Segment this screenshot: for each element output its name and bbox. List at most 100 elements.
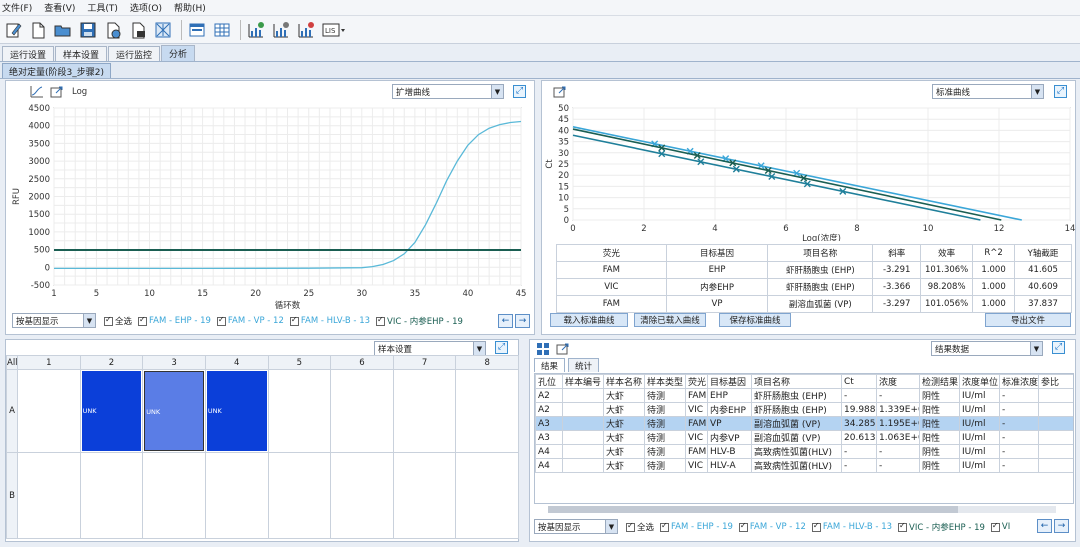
column-header[interactable]: 7 (392, 355, 457, 370)
table-row[interactable]: FAM VP 副溶血弧菌 (VP) -3.297 101.056% 1.000 37.837 (556, 295, 1072, 313)
new-file-icon[interactable] (27, 19, 49, 41)
expand-icon[interactable]: ⤢ (513, 85, 526, 98)
chart-add-icon[interactable] (245, 19, 267, 41)
well-b8[interactable] (455, 452, 519, 539)
well-b7[interactable] (392, 452, 457, 539)
legend-item-fam-hlv-b[interactable]: FAM - HLV-B - 13 (289, 315, 370, 326)
legend-item-fam-vp[interactable]: FAM - VP - 12 (216, 315, 284, 326)
open-folder-icon[interactable] (52, 19, 74, 41)
column-header[interactable]: 3 (142, 355, 206, 370)
log-toggle[interactable]: Log (72, 87, 87, 97)
select-all-wells[interactable]: All (6, 355, 18, 370)
table-header[interactable]: 浓度单位 (959, 374, 1000, 389)
legend-item-vic-ehp[interactable]: VIC - 内参EHP - 19 (898, 521, 985, 533)
export-chart-icon[interactable] (556, 342, 570, 355)
legend-next-button[interactable]: → (515, 314, 530, 328)
tab-run-settings[interactable]: 运行设置 (2, 46, 55, 61)
table-header[interactable]: 检测结果 (919, 374, 960, 389)
table-header[interactable]: 孔位 (535, 374, 563, 389)
menu-view[interactable]: 查看(V) (44, 1, 75, 14)
export-icon[interactable] (102, 19, 124, 41)
tab-results[interactable]: 结果 (534, 358, 566, 372)
chart-type-icon[interactable] (30, 85, 44, 98)
legend-item-fam-ehp[interactable]: FAM - EHP - 19 (660, 521, 733, 532)
tab-analysis[interactable]: 分析 (161, 45, 196, 61)
legend-next-button[interactable]: → (1054, 519, 1069, 533)
save-standard-curve-button[interactable]: 保存标准曲线 (719, 313, 791, 327)
well-b4[interactable] (204, 452, 269, 539)
table-header[interactable]: 荧光 (685, 374, 708, 389)
table-header[interactable]: 标准浓度 (999, 374, 1039, 389)
well-a8[interactable] (455, 369, 519, 453)
table-header[interactable]: 样本名称 (603, 374, 645, 389)
table-header[interactable]: 浓度 (876, 374, 920, 389)
well-b2[interactable] (79, 452, 144, 539)
well-b5[interactable] (267, 452, 332, 539)
column-header[interactable]: 8 (455, 355, 519, 370)
expand-icon[interactable]: ⤢ (1054, 85, 1067, 98)
menu-tools[interactable]: 工具(T) (87, 1, 118, 14)
save-icon[interactable] (77, 19, 99, 41)
table-header[interactable]: 项目名称 (751, 374, 842, 389)
legend-item-vic-truncated[interactable]: VI (990, 521, 1010, 532)
menu-file[interactable]: 文件(F) (2, 1, 32, 14)
export-file-button[interactable]: 导出文件 (985, 313, 1071, 327)
horizontal-scrollbar[interactable] (548, 506, 1056, 513)
amp-chart-dropdown[interactable]: 扩增曲线 ▼ (392, 84, 504, 99)
table-row[interactable]: FAM EHP 虾肝肠胞虫 (EHP) -3.291 101.306% 1.000 41.6… (556, 261, 1072, 279)
well-a6[interactable] (330, 369, 394, 453)
table-row[interactable]: A4 大虾 待测 VIC HLV-A 高致病性弧菌(HLV) - - 阴性 IU/ml - (535, 458, 1073, 473)
table-header[interactable]: Ct (841, 374, 877, 389)
window-icon[interactable] (186, 19, 208, 41)
chart-settings-icon[interactable] (270, 19, 292, 41)
export-chart-icon[interactable] (50, 85, 64, 98)
network-icon[interactable] (152, 19, 174, 41)
table-row[interactable]: A3 大虾待测FAMVP副溶血弧菌 (VP)34.2851.195E+01阳性IU… (535, 416, 1073, 431)
results-view-dropdown[interactable]: 结果数据 ▼ (931, 341, 1043, 356)
expand-icon[interactable]: ⤢ (1052, 341, 1065, 354)
well-b1[interactable] (17, 452, 81, 539)
table-header[interactable]: 样本编号 (562, 374, 604, 389)
legend-item-fam-hlv-b[interactable]: FAM - HLV-B - 13 (811, 521, 892, 532)
tab-run-monitor[interactable]: 运行监控 (108, 46, 161, 61)
menu-help[interactable]: 帮助(H) (174, 1, 206, 14)
well-b6[interactable] (330, 452, 394, 539)
row-header[interactable]: A (6, 369, 18, 453)
expand-icon[interactable]: ⤢ (495, 341, 508, 354)
legend-item-vic-ehp[interactable]: VIC - 内参EHP - 19 (376, 315, 463, 327)
grid-icon[interactable] (211, 19, 233, 41)
well-a3[interactable]: UNK (142, 369, 206, 453)
chart-info-icon[interactable] (295, 19, 317, 41)
select-all-checkbox[interactable]: 全选 (104, 315, 132, 327)
well-a5[interactable] (267, 369, 332, 453)
table-row[interactable]: A2 大虾待测VIC内参EHP虾肝肠胞虫 (EHP)19.9881.339E+06… (535, 402, 1073, 417)
table-row[interactable]: VIC 内参EHP 虾肝肠胞虫 (EHP) -3.366 98.208% 1.000 40.… (556, 278, 1072, 296)
legend-prev-button[interactable]: ← (498, 314, 513, 328)
edit-icon[interactable] (2, 19, 24, 41)
legend-prev-button[interactable]: ← (1037, 519, 1052, 533)
column-header[interactable]: 4 (204, 355, 269, 370)
table-row[interactable]: A2 大虾 待测 FAM EHP 虾肝肠胞虫 (EHP) - - 阴性 IU/ml - (535, 388, 1073, 403)
well-a7[interactable] (392, 369, 457, 453)
row-header[interactable]: B (6, 452, 18, 539)
table-row[interactable]: A3 大虾待测VIC内参VP副溶血弧菌 (VP)20.6131.063E+05阳性… (535, 430, 1073, 445)
tab-sample-settings[interactable]: 样本设置 (55, 46, 108, 61)
table-header[interactable]: 目标基因 (707, 374, 752, 389)
plate-view-dropdown[interactable]: 样本设置 ▼ (374, 341, 486, 356)
table-header[interactable]: 参比 (1038, 374, 1073, 389)
tab-absolute-quant[interactable]: 绝对定量(阶段3_步骤2) (2, 63, 111, 78)
amp-gene-filter-dropdown[interactable]: 按基因显示 ▼ (12, 313, 96, 328)
column-header[interactable]: 2 (79, 355, 144, 370)
table-header[interactable]: 样本类型 (644, 374, 686, 389)
menu-options[interactable]: 选项(O) (130, 1, 162, 14)
column-header[interactable]: 6 (330, 355, 394, 370)
legend-item-fam-ehp[interactable]: FAM - EHP - 19 (138, 315, 211, 326)
clear-loaded-curve-button[interactable]: 清除已载入曲线 (634, 313, 706, 327)
results-gene-filter-dropdown[interactable]: 按基因显示 ▼ (534, 519, 618, 534)
well-b3[interactable] (142, 452, 206, 539)
well-a2[interactable]: UNK (79, 369, 144, 453)
std-chart-dropdown[interactable]: 标准曲线 ▼ (932, 84, 1044, 99)
report-icon[interactable] (127, 19, 149, 41)
lis-icon[interactable]: LIS (320, 19, 348, 41)
select-all-checkbox[interactable]: 全选 (626, 521, 654, 533)
